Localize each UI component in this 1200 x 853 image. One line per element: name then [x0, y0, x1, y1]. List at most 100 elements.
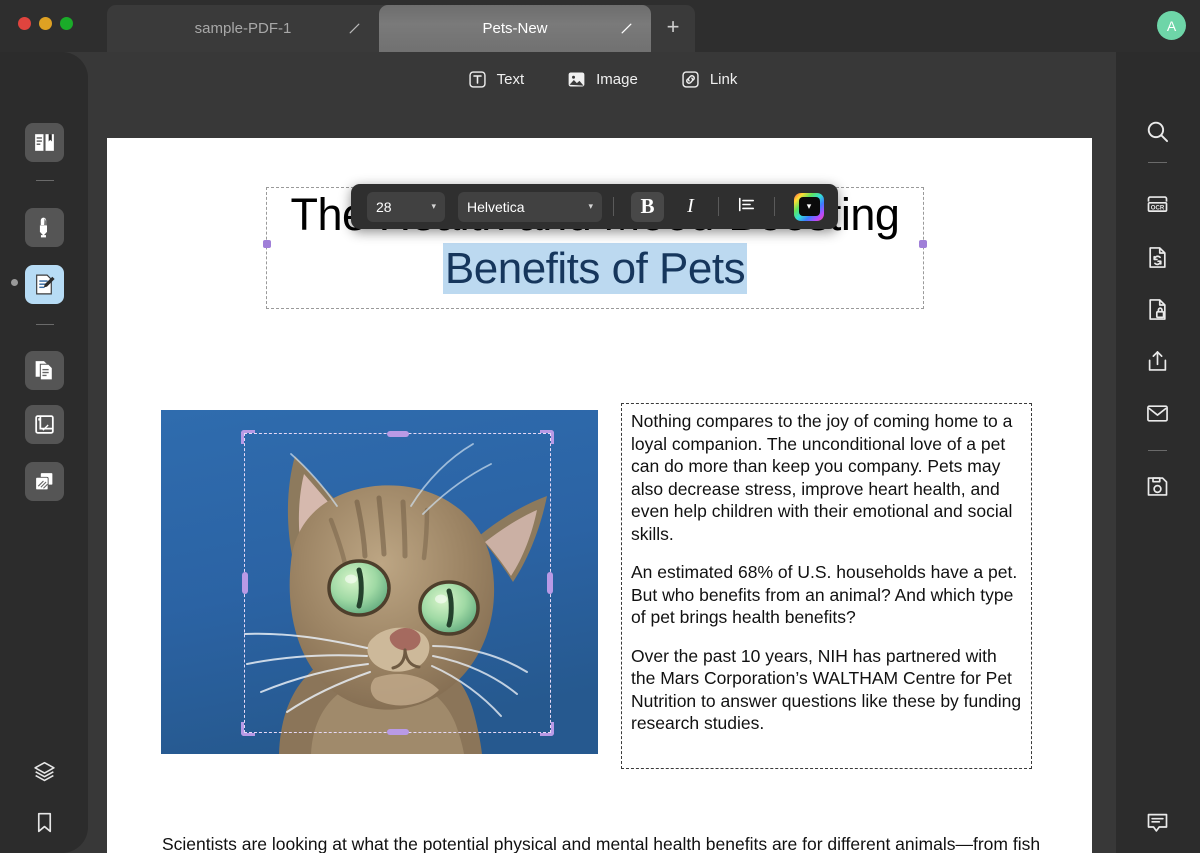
- body-text-box[interactable]: Nothing compares to the joy of coming ho…: [621, 403, 1032, 769]
- text-box-icon: [467, 69, 488, 90]
- italic-label: I: [687, 195, 694, 217]
- maximize-window-button[interactable]: [60, 17, 73, 30]
- text-color-button[interactable]: ▾: [794, 192, 824, 221]
- new-tab-button[interactable]: +: [651, 5, 695, 52]
- add-link-label: Link: [709, 70, 738, 88]
- tab-label: sample-PDF-1: [194, 20, 292, 37]
- avatar-initial: A: [1166, 17, 1177, 34]
- comment-bubble-icon: [1144, 809, 1171, 836]
- sidebar-item-share[interactable]: [1138, 342, 1177, 381]
- sidebar-item-mail[interactable]: [1138, 394, 1177, 433]
- sidebar-item-reader-view[interactable]: [25, 123, 64, 162]
- stacked-pages-icon: [32, 469, 57, 494]
- mail-icon: [1144, 400, 1171, 427]
- crop-handle-top[interactable]: [386, 431, 409, 437]
- share-upload-icon: [1144, 348, 1171, 375]
- sidebar-item-search[interactable]: [1138, 112, 1177, 151]
- paragraph-3: Over the past 10 years, NIH has partnere…: [631, 645, 1022, 734]
- font-size-select[interactable]: 28 ▾: [367, 191, 445, 222]
- sidebar-item-crop-tool[interactable]: [25, 405, 64, 444]
- minimize-window-button[interactable]: [39, 17, 52, 30]
- document-page[interactable]: The Health and Mood-Boosting Benefits of…: [107, 138, 1092, 853]
- sidebar-divider: [1148, 450, 1167, 451]
- sidebar-item-protect[interactable]: [1138, 290, 1177, 329]
- add-text-label: Text: [496, 70, 525, 88]
- page-title-line-2: Benefits of Pets: [267, 242, 923, 296]
- lock-document-icon: [1144, 296, 1171, 323]
- crop-handle-bottom-right[interactable]: [540, 722, 554, 736]
- sidebar-item-bookmarks[interactable]: [25, 803, 64, 842]
- tab-sample-pdf-1[interactable]: sample-PDF-1: [107, 5, 379, 52]
- sidebar-divider: [36, 180, 54, 181]
- image-crop-overlay[interactable]: [241, 430, 554, 736]
- app-window: sample-PDF-1 Pets-New + A Text Image Lin…: [0, 0, 1200, 853]
- avatar[interactable]: A: [1157, 11, 1186, 40]
- tab-strip: sample-PDF-1 Pets-New +: [107, 5, 695, 52]
- sidebar-item-edit-tool[interactable]: [25, 265, 64, 304]
- add-image-button[interactable]: Image: [566, 69, 638, 90]
- edit-document-icon: [32, 272, 57, 297]
- svg-text:OCR: OCR: [1151, 205, 1165, 211]
- sidebar-item-compare-tool[interactable]: [25, 462, 64, 501]
- pencil-icon[interactable]: [619, 22, 633, 36]
- title-bar: sample-PDF-1 Pets-New + A: [0, 0, 1200, 52]
- link-icon: [680, 69, 701, 90]
- text-format-toolbar: 28 ▾ Helvetica ▾ B I ▾: [351, 184, 838, 229]
- add-link-button[interactable]: Link: [680, 69, 738, 90]
- crop-handle-right[interactable]: [547, 572, 553, 594]
- toolbar-divider: [613, 197, 614, 216]
- document-copy-icon: [32, 358, 57, 383]
- crop-icon: [32, 412, 57, 437]
- ocr-icon: OCR: [1144, 192, 1171, 219]
- close-window-button[interactable]: [18, 17, 31, 30]
- bold-button[interactable]: B: [631, 191, 664, 222]
- resize-handle-left[interactable]: [263, 240, 271, 248]
- chevron-down-icon: ▾: [588, 201, 593, 211]
- layers-icon: [32, 759, 57, 784]
- bold-label: B: [640, 194, 655, 218]
- crop-handle-bottom[interactable]: [386, 729, 409, 735]
- add-image-label: Image: [596, 70, 638, 88]
- right-sidebar: OCR: [1116, 52, 1200, 853]
- resize-handle-right[interactable]: [919, 240, 927, 248]
- tab-pets-new[interactable]: Pets-New: [379, 5, 651, 52]
- align-button[interactable]: [730, 192, 763, 222]
- font-family-select[interactable]: Helvetica ▾: [458, 191, 602, 222]
- bottom-paragraph: Scientists are looking at what the poten…: [162, 834, 1041, 853]
- paragraph-1: Nothing compares to the joy of coming ho…: [631, 411, 1013, 544]
- sidebar-item-convert[interactable]: [1138, 238, 1177, 277]
- sidebar-divider: [1148, 162, 1167, 163]
- search-icon: [1144, 118, 1171, 145]
- crop-handle-left[interactable]: [242, 572, 248, 594]
- sidebar-item-comments[interactable]: [1138, 803, 1177, 842]
- sidebar-item-highlight-tool[interactable]: [25, 208, 64, 247]
- tab-label: Pets-New: [482, 20, 548, 37]
- crop-handle-bottom-left[interactable]: [241, 722, 255, 736]
- toolbar-divider: [718, 197, 719, 216]
- crop-handle-top-left[interactable]: [241, 430, 255, 444]
- sidebar-item-ocr[interactable]: OCR: [1138, 186, 1177, 225]
- paragraph-2: An estimated 68% of U.S. households have…: [631, 562, 1018, 627]
- color-picker-icon: ▾: [798, 197, 820, 216]
- toolbar-divider: [774, 197, 775, 216]
- book-reader-icon: [32, 130, 57, 155]
- pencil-icon[interactable]: [347, 22, 361, 36]
- sidebar-resize-handle[interactable]: [11, 279, 18, 286]
- font-family-value: Helvetica: [467, 198, 525, 215]
- chevron-down-icon: ▾: [806, 201, 812, 211]
- workspace: Text Image Link OCR The Benefits of Pets…: [0, 52, 1200, 853]
- convert-document-icon: [1144, 244, 1171, 271]
- sidebar-item-layers[interactable]: [25, 752, 64, 791]
- add-text-button[interactable]: Text: [467, 69, 525, 90]
- crop-handle-top-right[interactable]: [540, 430, 554, 444]
- sidebar-item-organize-pages[interactable]: [25, 351, 64, 390]
- selected-title-text: Benefits of Pets: [442, 243, 748, 294]
- sidebar-item-save[interactable]: [1138, 467, 1177, 506]
- marker-pen-icon: [32, 215, 57, 240]
- sidebar-divider: [36, 324, 54, 325]
- italic-button[interactable]: I: [674, 192, 707, 222]
- chevron-down-icon: ▾: [431, 201, 436, 211]
- save-disk-icon: [1144, 473, 1171, 500]
- content-toolbar: Text Image Link: [88, 52, 1116, 106]
- document-image[interactable]: [161, 410, 598, 754]
